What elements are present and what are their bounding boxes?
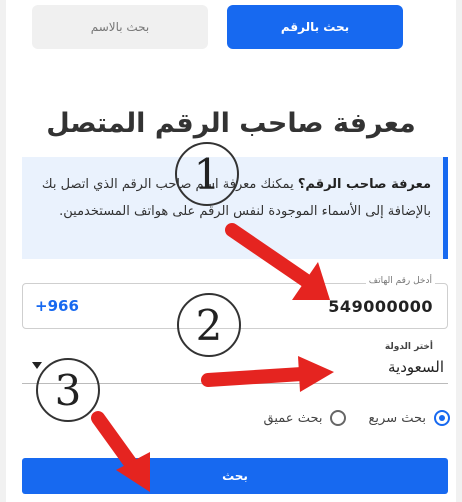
radio-checked-icon[interactable] — [434, 410, 450, 426]
tab-search-by-number[interactable]: بحث بالرقم — [227, 5, 403, 49]
phone-field-label: أدخل رقم الهاتف — [365, 276, 435, 286]
page-title: معرفة صاحب الرقم المتصل — [46, 108, 416, 139]
page-frame-left — [0, 0, 6, 502]
page-frame-right — [456, 0, 462, 502]
country-field-label: أختر الدولة — [381, 342, 436, 352]
step-3-annotation: 3 — [36, 358, 100, 422]
tab-search-by-name[interactable]: بحث بالاسم — [32, 5, 208, 49]
radio-unchecked-icon[interactable] — [330, 410, 347, 426]
radio-deep-label: بحث عميق — [263, 410, 323, 426]
country-selected-value: السعودية — [387, 358, 444, 376]
chevron-down-icon[interactable] — [32, 362, 42, 369]
radio-fast-search[interactable]: بحث سريع — [368, 410, 450, 426]
country-code-prefix: +966 — [35, 297, 79, 315]
phone-number-input[interactable]: 549000000 — [328, 297, 433, 316]
step-2-annotation: 2 — [177, 293, 241, 357]
search-button[interactable]: بحث — [22, 458, 448, 494]
step-1-annotation: 1 — [175, 142, 239, 206]
info-lead: معرفة صاحب الرقم؟ — [297, 177, 431, 192]
search-type-options: بحث سريع بحث عميق — [242, 410, 450, 426]
radio-fast-label: بحث سريع — [368, 410, 426, 426]
radio-deep-search[interactable]: بحث عميق — [264, 410, 347, 426]
